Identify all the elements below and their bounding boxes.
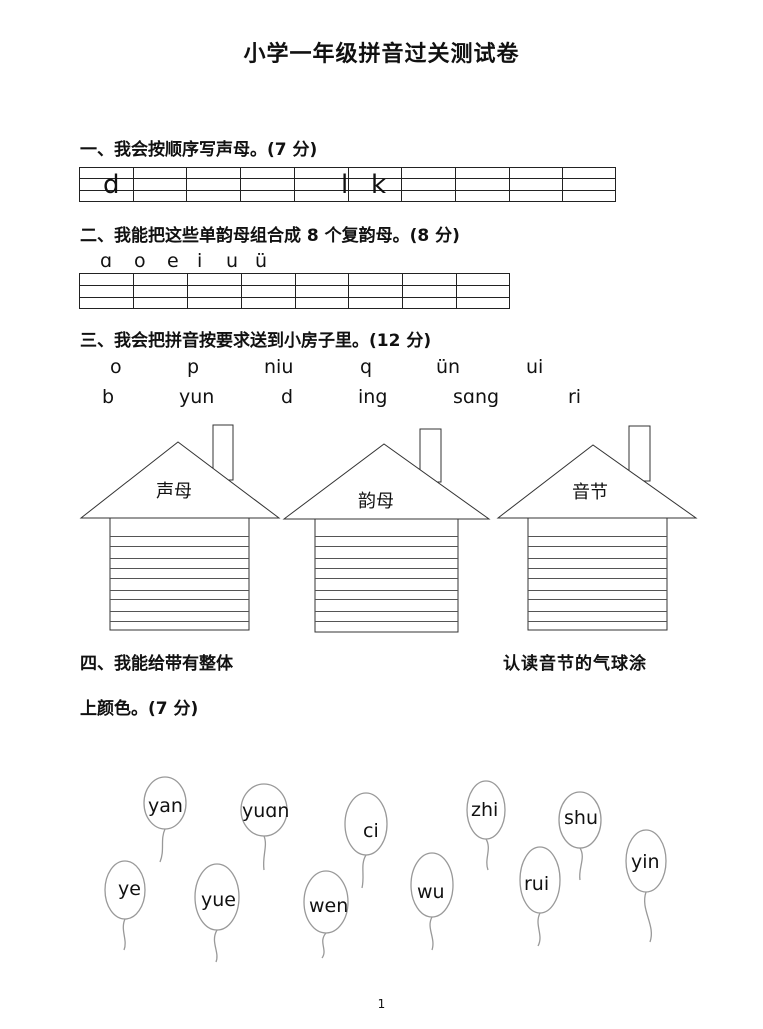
- question-4-heading-line2: 上颜色。(7 分): [80, 699, 199, 719]
- balloon-yue: yue: [201, 889, 236, 911]
- balloon-wen: wen: [309, 895, 349, 917]
- pinyin-d: d: [281, 386, 294, 408]
- question-3-heading: 三、我会把拼音按要求送到小房子里。(12 分): [80, 331, 432, 351]
- q2-vowel-list: ɑ o e i u ü: [100, 250, 285, 272]
- vowel-o: o: [134, 250, 146, 272]
- balloon-zhi: zhi: [471, 799, 499, 821]
- question-1-heading: 一、我会按顺序写声母。(7 分): [80, 140, 318, 160]
- balloon-ye: ye: [118, 878, 141, 900]
- vowel-u: u: [226, 250, 239, 272]
- pinyin-un: ün: [436, 356, 461, 378]
- balloon-rui: rui: [524, 873, 550, 895]
- page-title: 小学一年级拼音过关测试卷: [243, 42, 520, 67]
- question-4-heading-right: 认读音节的气球涂: [503, 654, 647, 674]
- pinyin-ing: ing: [358, 386, 388, 408]
- balloon-yuan: yuɑn: [242, 800, 290, 822]
- balloon-yin: yin: [631, 851, 660, 873]
- q2-grid-lines: [79, 273, 510, 309]
- q1-cell-1: d: [103, 170, 120, 200]
- page-number: 1: [377, 997, 386, 1011]
- pinyin-yun: yun: [179, 386, 215, 408]
- pinyin-o: o: [110, 356, 122, 378]
- pinyin-ui: ui: [526, 356, 544, 378]
- q1-cell-7: k: [371, 170, 387, 200]
- balloon-wu: wu: [417, 881, 445, 903]
- question-2-heading: 二、我能把这些单韵母组合成 8 个复韵母。(8 分): [80, 226, 460, 246]
- house-shengmu: [79, 424, 281, 631]
- house-yinjie: [496, 425, 698, 631]
- house-label-yunmu: 韵母: [358, 491, 394, 512]
- balloon-shu: shu: [564, 807, 598, 829]
- houses-drawing: [79, 424, 698, 633]
- vowel-a: ɑ: [100, 250, 113, 272]
- house-label-yinjie: 音节: [572, 482, 608, 503]
- vowel-e: e: [167, 250, 179, 272]
- balloon-ci: ci: [363, 820, 379, 842]
- q1-cell-4: l: [341, 170, 349, 200]
- pinyin-q: q: [360, 356, 373, 378]
- pinyin-sang: sɑng: [453, 386, 500, 408]
- house-yunmu: [282, 428, 491, 633]
- q1-writing-grid: d l k: [79, 167, 616, 202]
- pinyin-ri: ri: [568, 386, 582, 408]
- balloon-yan: yan: [148, 795, 183, 817]
- vowel-i: i: [197, 250, 203, 272]
- pinyin-b: b: [102, 386, 115, 408]
- pinyin-niu: niu: [264, 356, 294, 378]
- question-4-heading-left: 四、我能给带有整体: [80, 654, 233, 674]
- q2-writing-grid: [79, 273, 510, 309]
- pinyin-p: p: [187, 356, 200, 378]
- house-label-shengmu: 声母: [156, 481, 192, 502]
- vowel-u-umlaut: ü: [255, 250, 268, 272]
